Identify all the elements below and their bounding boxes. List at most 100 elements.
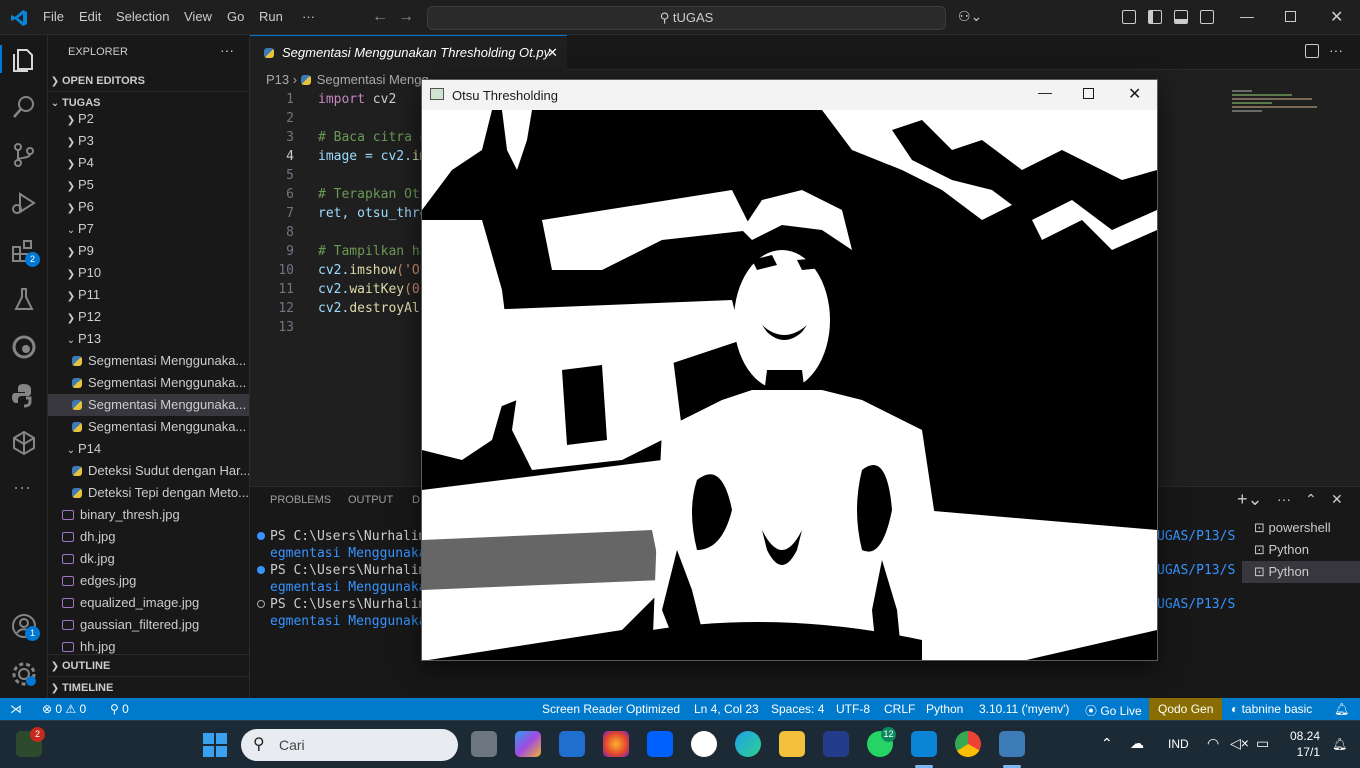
testing-flask-icon[interactable] xyxy=(10,285,38,313)
tab-otsu-file[interactable]: Segmentasi Menggunakan Thresholding Ot.p… xyxy=(250,35,567,70)
folder-p13[interactable]: ⌄ P13 xyxy=(48,328,249,350)
restore-icon[interactable] xyxy=(1285,11,1296,22)
edge-icon[interactable] xyxy=(735,731,761,757)
code-line[interactable]: cv2.imshow('Ot xyxy=(318,263,428,278)
input-language[interactable]: IND xyxy=(1168,737,1189,751)
code-line[interactable]: cv2.destroyAl xyxy=(318,301,420,316)
tab-problems[interactable]: PROBLEMS xyxy=(270,494,331,506)
menu-go[interactable]: Go xyxy=(227,9,244,24)
image-file-3[interactable]: dk.jpg xyxy=(48,548,249,570)
menu-view[interactable]: View xyxy=(184,9,212,24)
close-panel-icon[interactable]: ✕ xyxy=(1331,491,1343,508)
folder-p14[interactable]: ⌄ P14 xyxy=(48,438,249,460)
python-window-icon[interactable] xyxy=(999,731,1025,757)
edge-tools-icon[interactable] xyxy=(10,333,38,361)
ports-indicator[interactable]: ⚲ 0 xyxy=(110,702,129,716)
image-file-4[interactable]: edges.jpg xyxy=(48,570,249,592)
editor-more-icon[interactable]: ··· xyxy=(1329,42,1343,58)
screen-reader-mode[interactable]: Screen Reader Optimized xyxy=(542,702,680,716)
language-mode[interactable]: Python xyxy=(926,702,963,716)
minimize-icon[interactable]: — xyxy=(1240,8,1254,24)
tabnine-status[interactable]: ◐ tabnine basic xyxy=(1231,702,1312,716)
forward-arrow-icon[interactable]: → xyxy=(398,8,414,26)
tab-output[interactable]: OUTPUT xyxy=(348,494,393,506)
terminal-instance-3[interactable]: ⊡ Python xyxy=(1242,561,1360,583)
notification-center-icon[interactable]: 🔔︎ xyxy=(1332,737,1347,751)
p13-file-3[interactable]: Segmentasi Menggunaka... xyxy=(48,394,249,416)
tab-debug-console[interactable]: D xyxy=(412,494,420,506)
image-file-5[interactable]: equalized_image.jpg xyxy=(48,592,249,614)
image-file-2[interactable]: dh.jpg xyxy=(48,526,249,548)
command-center-search[interactable]: ⚲ tUGAS xyxy=(427,6,946,30)
qodo-gen-button[interactable]: Qodo Gen xyxy=(1158,702,1213,716)
clock-date[interactable]: 17/1 xyxy=(1286,745,1320,759)
maximize-panel-icon[interactable]: ⌃ xyxy=(1305,491,1317,508)
python-interpreter[interactable]: 3.10.11 ('myenv') xyxy=(979,702,1069,716)
firefox-icon[interactable] xyxy=(603,731,629,757)
cursor-position[interactable]: Ln 4, Col 23 xyxy=(694,702,759,716)
go-live-button[interactable]: ⦿ Go Live xyxy=(1085,702,1142,719)
vscode-taskbar-icon[interactable] xyxy=(911,731,937,757)
otsu-window[interactable]: Otsu Thresholding — ✕ xyxy=(421,79,1158,661)
folder-p5[interactable]: ❯ P5 xyxy=(48,174,249,196)
remote-indicator[interactable]: ⋊ xyxy=(10,702,22,716)
explorer-icon[interactable] xyxy=(10,45,38,73)
toggle-sidebar-icon[interactable] xyxy=(1148,10,1162,24)
dropbox-icon[interactable] xyxy=(647,731,673,757)
task-view-icon[interactable] xyxy=(471,731,497,757)
code-line[interactable]: # Terapkan Ots xyxy=(318,187,428,202)
chrome-icon[interactable] xyxy=(955,731,981,757)
code-line[interactable]: ret, otsu_thre xyxy=(318,206,428,221)
menu-file[interactable]: File xyxy=(43,9,64,24)
split-editor-icon[interactable] xyxy=(1305,44,1319,58)
hash-app-icon[interactable] xyxy=(823,731,849,757)
toggle-panel-icon[interactable] xyxy=(1174,10,1188,24)
menu-selection[interactable]: Selection xyxy=(116,9,169,24)
folder-p7[interactable]: ⌄ P7 xyxy=(48,218,249,240)
folder-p2[interactable]: ❯ P2 xyxy=(48,108,249,130)
p13-file-1[interactable]: Segmentasi Menggunaka... xyxy=(48,350,249,372)
encoding[interactable]: UTF-8 xyxy=(836,702,870,716)
p13-file-2[interactable]: Segmentasi Menggunaka... xyxy=(48,372,249,394)
image-file-6[interactable]: gaussian_filtered.jpg xyxy=(48,614,249,636)
folder-p4[interactable]: ❯ P4 xyxy=(48,152,249,174)
close-tab-icon[interactable]: ✕ xyxy=(547,36,558,70)
folder-p9[interactable]: ❯ P9 xyxy=(48,240,249,262)
code-line[interactable]: # Tampilkan ha xyxy=(318,244,428,259)
store-icon[interactable] xyxy=(559,731,585,757)
minimap[interactable] xyxy=(1232,90,1322,120)
customize-layout-icon[interactable] xyxy=(1122,10,1136,24)
copilot-icon[interactable] xyxy=(515,731,541,757)
battery-icon[interactable]: ▭ xyxy=(1256,735,1269,752)
code-line[interactable]: # Baca citra g xyxy=(318,130,428,145)
onedrive-cloud-icon[interactable]: ☁ xyxy=(1130,735,1144,752)
taskbar-search[interactable]: ⚲ Cari xyxy=(241,729,458,761)
code-line[interactable]: import cv2 xyxy=(318,92,396,107)
close-icon[interactable]: ✕ xyxy=(1128,84,1141,104)
windows-start-icon[interactable] xyxy=(203,733,227,757)
menu-more[interactable]: ··· xyxy=(302,9,315,24)
panel-more-icon[interactable]: ··· xyxy=(1277,491,1291,507)
folder-p10[interactable]: ❯ P10 xyxy=(48,262,249,284)
folder-p6[interactable]: ❯ P6 xyxy=(48,196,249,218)
code-line[interactable]: image = cv2.im xyxy=(318,149,428,164)
clock-time[interactable]: 08.24 xyxy=(1286,729,1320,743)
otsu-window-titlebar[interactable]: Otsu Thresholding — ✕ xyxy=(422,80,1157,110)
explorer-more-icon[interactable]: ··· xyxy=(220,42,234,58)
minimize-icon[interactable]: — xyxy=(1038,84,1052,100)
volume-mute-icon[interactable]: ◁× xyxy=(1230,735,1249,752)
manage-gear-icon[interactable] xyxy=(10,660,38,688)
code-line[interactable]: cv2.waitKey(0 xyxy=(318,282,420,297)
terminal-instance-2[interactable]: ⊡ Python xyxy=(1242,539,1360,561)
image-file-7[interactable]: hh.jpg xyxy=(48,636,249,658)
file-explorer-icon[interactable] xyxy=(779,731,805,757)
more-views-icon[interactable]: ··· xyxy=(13,477,31,498)
end-of-line[interactable]: CRLF xyxy=(884,702,915,716)
search-icon[interactable] xyxy=(10,93,38,121)
wifi-icon[interactable]: ◠ xyxy=(1207,735,1219,752)
game-icon[interactable] xyxy=(691,731,717,757)
indentation[interactable]: Spaces: 4 xyxy=(771,702,824,716)
close-window-icon[interactable]: ✕ xyxy=(1330,7,1343,27)
p14-file-1[interactable]: Deteksi Sudut dengan Har... xyxy=(48,460,249,482)
folder-p11[interactable]: ❯ P11 xyxy=(48,284,249,306)
